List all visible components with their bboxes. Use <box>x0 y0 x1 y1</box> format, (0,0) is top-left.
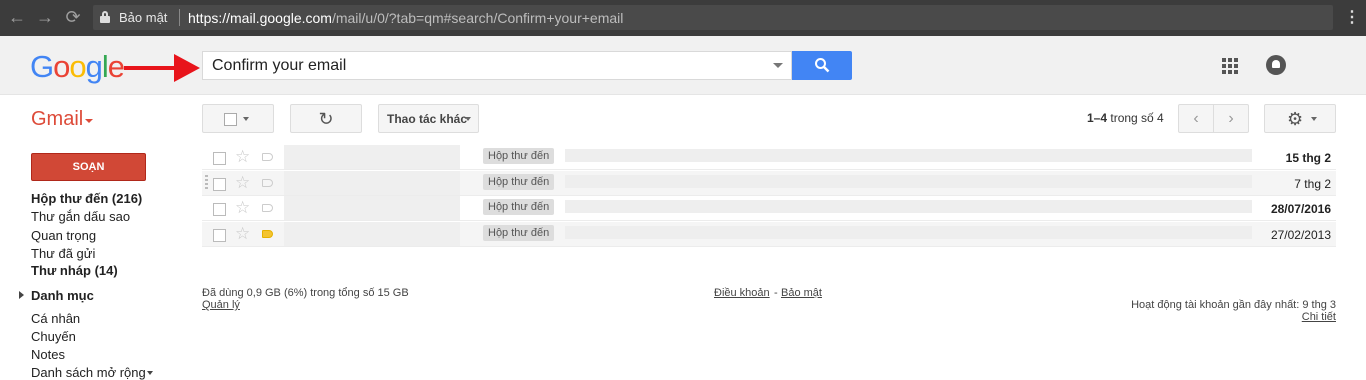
logo-letter: g <box>85 49 103 84</box>
last-activity-text: Hoạt động tài khoản gần đây nhất: 9 thg … <box>1131 299 1336 311</box>
gmail-menu-label[interactable]: Gmail <box>31 108 83 131</box>
url-host: https://mail.google.com <box>188 10 332 26</box>
logo-letter: o <box>53 49 70 84</box>
subject-redacted <box>565 200 1252 213</box>
forward-arrow-icon[interactable]: → <box>34 6 56 28</box>
inbox-label-badge: Hộp thư đến <box>483 174 555 190</box>
email-date: 27/02/2013 <box>1270 228 1331 242</box>
chevron-down-icon <box>243 117 249 121</box>
reload-icon[interactable]: ⟳ <box>62 6 84 28</box>
lock-icon <box>100 11 110 23</box>
activity-details-link[interactable]: Chi tiết <box>1302 311 1336 323</box>
search-button[interactable] <box>792 51 852 80</box>
sidebar-item[interactable]: Thư gắn dấu sao <box>31 209 130 224</box>
more-actions-button[interactable]: Thao tác khác <box>378 104 479 133</box>
compose-button[interactable]: SOẠN <box>31 153 146 181</box>
email-date: 28/07/2016 <box>1270 202 1331 216</box>
row-checkbox[interactable] <box>213 229 226 242</box>
star-icon[interactable]: ☆ <box>235 198 250 218</box>
sidebar-item[interactable]: Thư nháp (14) <box>31 263 118 278</box>
sidebar-item[interactable]: Hộp thư đến (216) <box>31 191 142 206</box>
storage-usage: Đã dùng 0,9 GB (6%) trong tổng số 15 GB <box>202 287 409 299</box>
notifications-bell-icon[interactable] <box>1266 55 1286 75</box>
row-checkbox[interactable] <box>213 178 226 191</box>
gmail-dropdown-icon[interactable] <box>85 119 93 123</box>
email-row[interactable]: ☆ Hộp thư đến 7 thg 2 <box>202 171 1336 196</box>
chevron-left-icon: ‹ <box>1193 110 1199 127</box>
manage-storage-link[interactable]: Quản lý <box>202 299 240 311</box>
search-input[interactable] <box>203 52 781 79</box>
importance-marker-icon[interactable] <box>262 230 273 238</box>
subject-redacted <box>565 149 1252 162</box>
sidebar-item-categories[interactable]: Danh mục <box>31 288 94 303</box>
importance-marker-icon[interactable] <box>262 204 273 212</box>
chevron-down-icon[interactable] <box>147 371 153 375</box>
sidebar-item[interactable]: Quan trọng <box>31 228 96 243</box>
inbox-label-badge: Hộp thư đến <box>483 225 555 241</box>
refresh-button[interactable]: ↻ <box>290 104 362 133</box>
importance-marker-icon[interactable] <box>262 179 273 187</box>
red-arrow-annotation <box>124 54 200 82</box>
email-row[interactable]: ☆ Hộp thư đến 28/07/2016 <box>202 196 1336 221</box>
logo-letter: G <box>30 49 54 84</box>
more-actions-label: Thao tác khác <box>387 112 468 126</box>
sender-redacted <box>284 196 460 220</box>
gear-icon: ⚙ <box>1287 109 1304 129</box>
address-bar[interactable]: Bảo mật https://mail.google.com/mail/u/0… <box>93 5 1333 30</box>
select-checkbox-icon <box>224 113 237 126</box>
pagination-range: 1–4 <box>1087 111 1108 125</box>
sidebar-label-item[interactable]: Notes <box>31 347 65 362</box>
pagination-total: trong số 4 <box>1107 111 1164 125</box>
sidebar-label-item[interactable]: Chuyến <box>31 329 76 344</box>
star-icon[interactable]: ☆ <box>235 173 250 193</box>
browser-toolbar: ← → ⟳ Bảo mật https://mail.google.com/ma… <box>0 0 1366 36</box>
pagination-text: 1–4 trong số 4 <box>1087 111 1164 125</box>
footer-separator: - <box>774 287 778 299</box>
email-row[interactable]: ☆ Hộp thư đến 27/02/2013 <box>202 222 1336 247</box>
settings-button[interactable]: ⚙ <box>1264 104 1336 133</box>
sidebar-label-item[interactable]: Cá nhân <box>31 311 80 326</box>
newer-page-button[interactable]: ‹ <box>1178 104 1214 133</box>
chevron-down-icon <box>1311 117 1317 121</box>
expand-arrow-icon[interactable] <box>19 291 24 299</box>
url-separator <box>179 9 180 26</box>
email-date: 15 thg 2 <box>1285 151 1331 165</box>
back-arrow-icon[interactable]: ← <box>6 6 28 28</box>
older-page-button[interactable]: › <box>1213 104 1249 133</box>
star-icon[interactable]: ☆ <box>235 147 250 167</box>
drag-handle-icon[interactable] <box>205 175 208 191</box>
url-text[interactable]: https://mail.google.com/mail/u/0/?tab=qm… <box>188 10 623 26</box>
search-icon <box>815 58 830 73</box>
inbox-label-badge: Hộp thư đến <box>483 148 555 164</box>
privacy-link[interactable]: Bảo mật <box>781 287 822 299</box>
refresh-icon: ↻ <box>318 109 334 129</box>
google-logo[interactable]: Google <box>30 49 125 85</box>
logo-letter: e <box>107 49 125 84</box>
inbox-label-badge: Hộp thư đến <box>483 199 555 215</box>
subject-redacted <box>565 226 1252 239</box>
subject-redacted <box>565 175 1252 188</box>
select-all-button[interactable] <box>202 104 274 133</box>
row-checkbox[interactable] <box>213 152 226 165</box>
row-checkbox[interactable] <box>213 203 226 216</box>
url-path: /mail/u/0/?tab=qm#search/Confirm+your+em… <box>331 10 624 26</box>
sidebar-label-item[interactable]: Danh sách mở rộng <box>31 365 146 380</box>
star-icon[interactable]: ☆ <box>235 224 250 244</box>
sender-redacted <box>284 171 460 195</box>
email-date: 7 thg 2 <box>1294 177 1331 191</box>
google-header: Google <box>0 36 1366 95</box>
email-row[interactable]: ☆ Hộp thư đến 15 thg 2 <box>202 145 1336 170</box>
search-options-dropdown-icon[interactable] <box>773 63 783 68</box>
terms-link[interactable]: Điều khoản <box>714 287 770 299</box>
chevron-down-icon <box>465 117 471 121</box>
sidebar-item[interactable]: Thư đã gửi <box>31 246 95 261</box>
sender-redacted <box>284 222 460 246</box>
logo-letter: o <box>69 49 86 84</box>
search-box <box>202 51 792 80</box>
browser-menu-icon[interactable]: ⋮ <box>1344 7 1360 27</box>
chevron-right-icon: › <box>1228 110 1234 127</box>
secure-label: Bảo mật <box>119 10 168 25</box>
importance-marker-icon[interactable] <box>262 153 273 161</box>
sender-redacted <box>284 145 460 169</box>
